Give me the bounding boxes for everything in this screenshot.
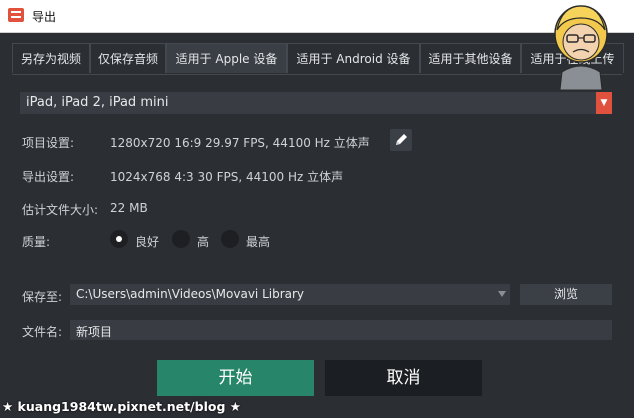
quality-highest-label: 最高 [246,235,271,249]
quality-highest-radio[interactable] [221,230,239,248]
quality-high-radio[interactable] [172,230,190,248]
quality-label: 质量: [22,235,51,249]
watermark-text: ★ kuang1984tw.pixnet.net/blog ★ [2,399,241,414]
quality-good-label: 良好 [135,235,160,249]
tab-bar: 另存为视频 仅保存音频 适用于 Apple 设备 适用于 Android 设备 … [12,43,624,75]
save-to-label: 保存至: [22,290,63,304]
estimated-size-label: 估计文件大小: [22,203,99,217]
quality-good-radio[interactable] [110,230,128,248]
window-title: 导出 [32,10,57,24]
save-path-value: C:\Users\admin\Videos\Movavi Library [76,287,305,301]
app-icon [8,8,24,22]
avatar-image [554,5,608,91]
device-preset-value: iPad, iPad 2, iPad mini [26,95,169,110]
pencil-icon [396,134,407,145]
file-name-value: 新项目 [76,325,113,339]
file-name-label: 文件名: [22,325,63,339]
tab-audio-only[interactable]: 仅保存音频 [90,43,166,73]
export-settings-value: 1024x768 4:3 30 FPS, 44100 Hz 立体声 [110,170,344,184]
project-settings-value: 1280x720 16:9 29.97 FPS, 44100 Hz 立体声 [110,136,370,150]
tab-other-devices[interactable]: 适用于其他设备 [420,43,521,73]
cancel-button[interactable]: 取消 [325,360,482,396]
title-bar: 导出 [0,0,634,33]
edit-settings-button[interactable] [390,129,412,151]
start-button[interactable]: 开始 [157,360,314,396]
project-settings-label: 项目设置: [22,136,75,150]
browse-button[interactable]: 浏览 [520,284,612,305]
estimated-size-value: 22 MB [110,201,148,215]
tab-save-video[interactable]: 另存为视频 [12,43,90,73]
chevron-down-icon[interactable] [498,291,506,297]
save-path-select[interactable]: C:\Users\admin\Videos\Movavi Library [70,284,510,305]
quality-high-label: 高 [197,235,210,249]
tab-android-devices[interactable]: 适用于 Android 设备 [287,43,420,73]
tab-apple-devices[interactable]: 适用于 Apple 设备 [166,43,287,73]
export-dialog: 另存为视频 仅保存音频 适用于 Apple 设备 适用于 Android 设备 … [0,33,634,418]
export-settings-label: 导出设置: [22,170,75,184]
device-preset-select[interactable]: iPad, iPad 2, iPad mini ▼ [20,92,612,114]
file-name-input[interactable]: 新项目 [70,320,612,340]
